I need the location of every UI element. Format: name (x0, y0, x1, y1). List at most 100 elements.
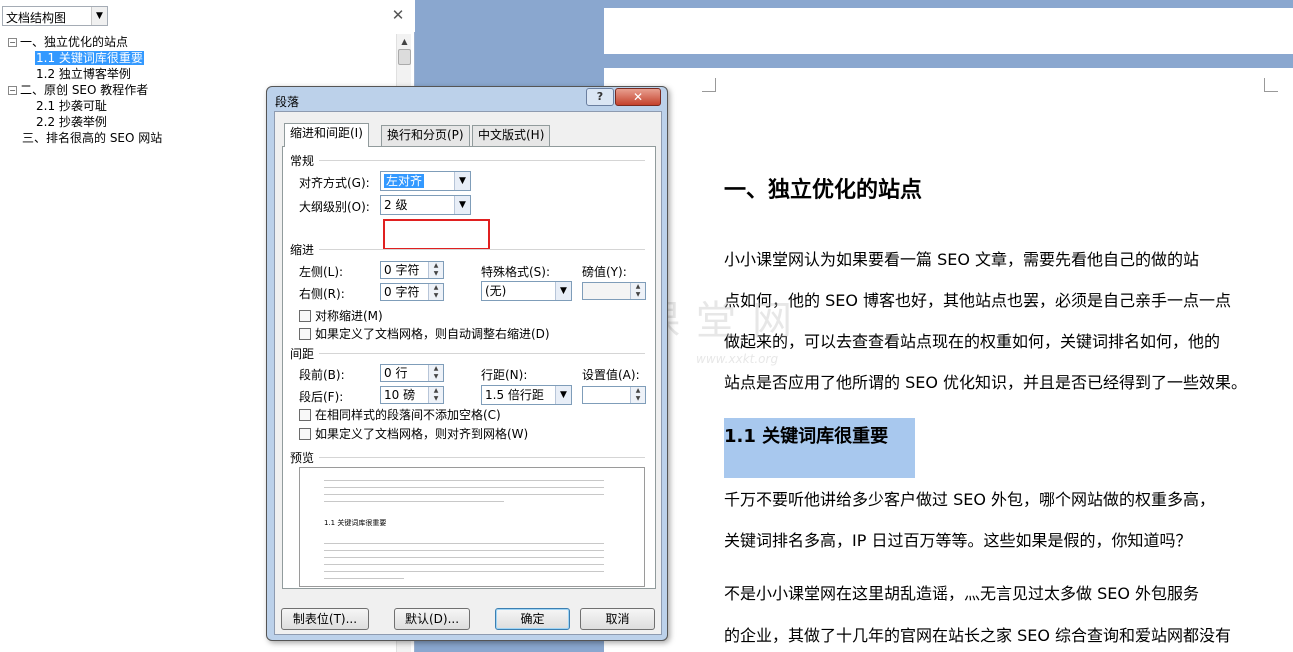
document-paragraph-line: 不是小小课堂网在这里胡乱造谣，灬无言见过太多做 SEO 外包服务 (724, 584, 1200, 603)
chevron-down-icon[interactable]: ▼ (91, 7, 107, 25)
section-divider (319, 249, 645, 250)
document-map-header: 文档结构图 ▼ ✕ (0, 0, 415, 32)
auto-right-indent-checkbox[interactable]: 如果定义了文档网格，则自动调整右缩进(D) (299, 327, 550, 341)
cancel-button[interactable]: 取消 (580, 608, 655, 630)
special-format-select[interactable]: (无) ▼ (481, 281, 572, 301)
chevron-down-icon[interactable]: ▼ (454, 196, 470, 214)
crop-mark-left (702, 78, 716, 92)
tree-item[interactable]: 三、排名很高的 SEO 网站 (22, 131, 162, 146)
section-general-title: 常规 (290, 154, 315, 168)
spacing-after-value: 10 磅 (384, 388, 416, 402)
indent-right-spinner[interactable]: 0 字符 ▲ ▼ (380, 283, 444, 301)
ok-button[interactable]: 确定 (495, 608, 570, 630)
mirror-indent-checkbox[interactable]: 对称缩进(M) (299, 309, 383, 323)
outline-level-label: 大纲级别(O): (299, 200, 370, 214)
tree-item-label: 2.1 抄袭可耻 (36, 99, 107, 113)
alignment-select[interactable]: 左对齐 ▼ (380, 171, 471, 191)
watermark-url: www.xxkt.org (696, 352, 779, 366)
document-heading-2: 1.1 关键词库很重要 (724, 426, 889, 447)
checkbox-box[interactable] (299, 428, 311, 440)
chevron-down-icon[interactable]: ▼ (555, 282, 571, 300)
document-paragraph-line: 做起来的，可以去查查看站点现在的权重如何，关键词排名如何，他的 (724, 332, 1221, 351)
tree-item[interactable]: 2.2 抄袭举例 (36, 115, 107, 130)
tree-item-selected[interactable]: 1.1 关键词库很重要 (35, 51, 144, 66)
document-paragraph-line: 点如何，他的 SEO 博客也好，其他站点也罢，必须是自己亲手一点一点 (724, 291, 1232, 310)
default-button[interactable]: 默认(D)... (394, 608, 470, 630)
preview-line (324, 480, 604, 481)
section-divider (319, 457, 645, 458)
tree-item[interactable]: 1.2 独立博客举例 (36, 67, 131, 82)
snap-to-grid-label: 如果定义了文档网格，则对齐到网格(W) (315, 427, 529, 441)
snap-to-grid-checkbox[interactable]: 如果定义了文档网格，则对齐到网格(W) (299, 427, 528, 441)
document-paragraph-line: 站点是否应用了他所谓的 SEO 优化知识，并且是否已经得到了一些效果。 (724, 373, 1248, 392)
mirror-indent-label: 对称缩进(M) (315, 309, 383, 323)
spacing-after-label: 段后(F): (299, 390, 344, 404)
tab-indents-spacing[interactable]: 缩进和间距(I) (284, 123, 369, 147)
preview-line (324, 494, 604, 495)
tree-item[interactable]: − 二、原创 SEO 教程作者 (8, 83, 148, 98)
dialog-title: 段落 (275, 95, 300, 109)
preview-line (324, 550, 604, 551)
indent-right-label: 右侧(R): (299, 287, 345, 301)
document-paragraph-line: 关键词排名多高，IP 日过百万等等。这些如果是假的，你知道吗？ (724, 531, 1192, 550)
section-divider (319, 160, 645, 161)
indent-left-value: 0 字符 (384, 263, 420, 277)
line-spacing-label: 行距(N): (481, 368, 528, 382)
preview-line (324, 564, 604, 565)
indent-left-spinner[interactable]: 0 字符 ▲ ▼ (380, 261, 444, 279)
line-spacing-at-spinner[interactable]: ▲ ▼ (582, 386, 646, 404)
special-format-label: 特殊格式(S): (481, 265, 551, 279)
red-highlight-box (383, 219, 490, 250)
preview-line (324, 487, 604, 488)
line-spacing-select[interactable]: 1.5 倍行距 ▼ (481, 385, 572, 405)
no-space-same-style-label: 在相同样式的段落间不添加空格(C) (315, 408, 501, 422)
outline-level-select[interactable]: 2 级 ▼ (380, 195, 471, 215)
chevron-down-icon[interactable]: ▼ (555, 386, 571, 404)
spinner-arrows[interactable]: ▲ ▼ (428, 284, 443, 300)
help-icon[interactable]: ? (586, 88, 614, 106)
crop-mark-right (1264, 78, 1278, 92)
checkbox-box[interactable] (299, 409, 311, 421)
tabs-button[interactable]: 制表位(T)... (281, 608, 369, 630)
spinner-arrows[interactable]: ▲ ▼ (428, 262, 443, 278)
tree-item-label: 1.1 关键词库很重要 (35, 51, 144, 65)
section-divider (319, 353, 645, 354)
spacing-after-spinner[interactable]: 10 磅 ▲ ▼ (380, 386, 444, 404)
tree-item-label: 三、排名很高的 SEO 网站 (22, 131, 163, 145)
close-icon[interactable]: ✕ (390, 6, 406, 24)
preview-line (324, 557, 604, 558)
tree-item[interactable]: − 一、独立优化的站点 (8, 35, 128, 50)
document-map-view-label: 文档结构图 (6, 11, 67, 25)
scroll-up-icon[interactable]: ▲ (397, 34, 412, 49)
tab-asian-typography[interactable]: 中文版式(H) (472, 125, 551, 146)
close-icon[interactable]: ✕ (615, 88, 661, 106)
alignment-label: 对齐方式(G): (299, 176, 370, 190)
document-map-view-select[interactable]: 文档结构图 ▼ (2, 6, 108, 26)
preview-line (324, 501, 504, 502)
tree-item-label: 二、原创 SEO 教程作者 (20, 83, 149, 97)
tab-line-page-breaks[interactable]: 换行和分页(P) (381, 125, 470, 146)
line-spacing-at-label: 设置值(A): (582, 368, 640, 382)
chevron-down-icon[interactable]: ▼ (454, 172, 470, 190)
section-preview-title: 预览 (290, 451, 315, 465)
spinner-arrows[interactable]: ▲ ▼ (428, 387, 443, 403)
no-space-same-style-checkbox[interactable]: 在相同样式的段落间不添加空格(C) (299, 408, 501, 422)
document-heading-1: 一、独立优化的站点 (724, 178, 923, 203)
spinner-arrows[interactable]: ▲ ▼ (630, 283, 645, 299)
document-paragraph-line: 的企业，其做了十几年的官网在站长之家 SEO 综合查询和爱站网都没有 (724, 626, 1232, 645)
preview-line (324, 543, 604, 544)
checkbox-box[interactable] (299, 310, 311, 322)
document-paragraph-line: 小小课堂网认为如果要看一篇 SEO 文章，需要先看他自己的做的站 (724, 250, 1200, 269)
scroll-thumb[interactable] (398, 49, 411, 65)
preview-box: 1.1 关键词库很重要 (299, 467, 645, 587)
collapse-icon[interactable]: − (8, 86, 17, 95)
spinner-arrows[interactable]: ▲ ▼ (428, 365, 443, 381)
tree-item-label: 1.2 独立博客举例 (36, 67, 131, 81)
spacing-before-spinner[interactable]: 0 行 ▲ ▼ (380, 364, 444, 382)
spinner-arrows[interactable]: ▲ ▼ (630, 387, 645, 403)
by-spinner[interactable]: ▲ ▼ (582, 282, 646, 300)
checkbox-box[interactable] (299, 328, 311, 340)
collapse-icon[interactable]: − (8, 38, 17, 47)
previous-page (604, 8, 1293, 54)
tree-item[interactable]: 2.1 抄袭可耻 (36, 99, 107, 114)
